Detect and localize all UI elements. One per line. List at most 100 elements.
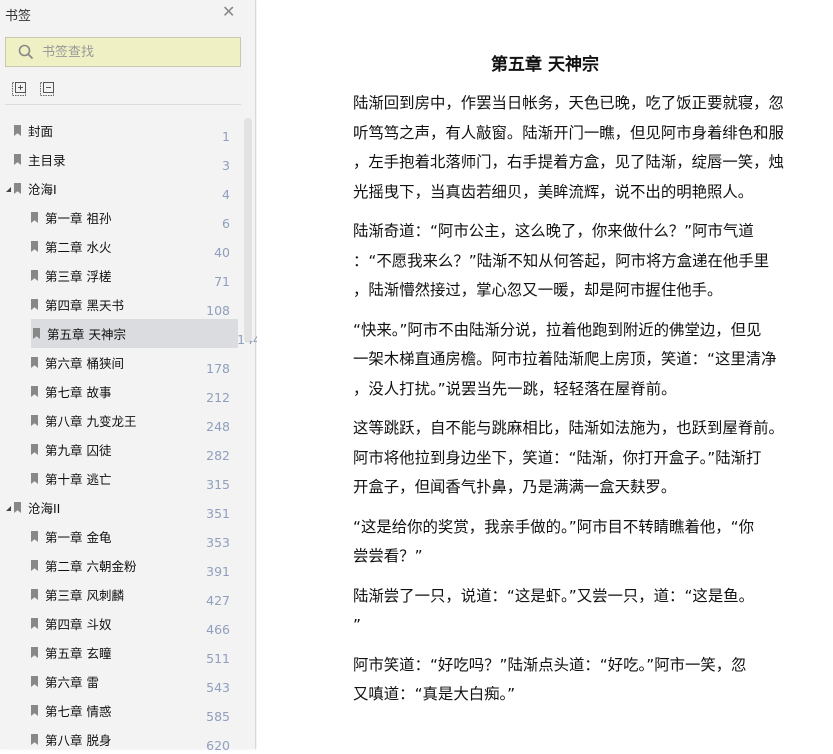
text-line: ，没人打扰。”说罢当先一跳，轻轻落在屋脊前。 — [353, 379, 677, 398]
bookmark-search-input[interactable] — [42, 44, 222, 60]
bookmark-label: 主目录 — [28, 153, 66, 168]
bookmark-item[interactable]: 第四章 斗奴 466 — [0, 609, 242, 638]
bookmark-item[interactable]: 第八章 脱身 620 — [0, 725, 242, 754]
text-line: 阿市笑道：“好吃吗？”陆渐点头道：“好吃。”阿市一笑，忽 — [353, 655, 747, 674]
bookmark-icon — [31, 734, 38, 745]
page-number: 40 — [214, 245, 230, 260]
bookmark-label: 第一章 金龟 — [45, 530, 112, 545]
bookmark-icon — [31, 444, 38, 455]
bookmark-icon — [31, 676, 38, 687]
bookmark-icon — [31, 647, 38, 658]
bookmark-item[interactable]: 第八章 九变龙王 248 — [0, 406, 242, 435]
bookmark-item[interactable]: 第五章 天神宗144 — [31, 319, 261, 348]
page-number: 6 — [222, 216, 230, 231]
paragraph: 陆渐尝了一只，说道：“这是虾。”又尝一只，道：“这是鱼。 ” — [353, 582, 813, 641]
bookmark-item[interactable]: 第二章 水火 40 — [0, 232, 242, 261]
bookmark-label: 第三章 风刺麟 — [45, 588, 124, 603]
page-number: 427 — [206, 593, 230, 608]
bookmark-search[interactable] — [5, 37, 241, 67]
bookmark-label: 第七章 故事 — [45, 385, 112, 400]
page-number: 71 — [214, 274, 230, 289]
bookmark-icon — [33, 328, 40, 339]
bookmark-icon — [31, 212, 38, 223]
page-number: 351 — [206, 506, 230, 521]
paragraph: “快来。”阿市不由陆渐分说，拉着他跑到附近的佛堂边，但见 一架木梯直通房檐。阿市拉… — [353, 316, 813, 405]
bookmark-item[interactable]: 第九章 囚徒 282 — [0, 435, 242, 464]
bookmark-label: 第六章 桶狭间 — [45, 356, 124, 371]
page-number: 212 — [206, 390, 230, 405]
bookmark-icon — [14, 125, 21, 136]
bookmark-icon — [31, 357, 38, 368]
bookmark-icon — [31, 560, 38, 571]
bookmark-item[interactable]: 第六章 雷 543 — [0, 667, 242, 696]
divider — [5, 104, 241, 105]
bookmark-item[interactable]: 第一章 祖孙 6 — [0, 203, 242, 232]
bookmark-item[interactable]: 第七章 故事 212 — [0, 377, 242, 406]
bookmark-label: 第九章 囚徒 — [45, 443, 112, 458]
text-line: ，左手抱着北落师门，右手提着方盒，见了陆渐，绽唇一笑，烛 — [353, 153, 784, 171]
text-line: 尝尝看？” — [353, 547, 423, 565]
text-line: ：“不愿我来么？”陆渐不知从何答起，阿市将方盒递在他手里 — [353, 251, 770, 270]
text-line: 开盒子，但闻香气扑鼻，乃是满满一盒天麸罗。 — [353, 478, 677, 496]
paragraph: 陆渐奇道：“阿市公主，这么晚了，你来做什么？”阿市气道 ：“不愿我来么？”陆渐不知… — [353, 217, 813, 306]
page-number: 466 — [206, 622, 230, 637]
page-number: 620 — [206, 738, 230, 753]
bookmark-label: 第二章 水火 — [45, 240, 112, 255]
paragraph: 阿市笑道：“好吃吗？”陆渐点头道：“好吃。”阿市一笑，忽 又嗔道：“真是大白痴。” — [353, 651, 813, 710]
bookmark-icon — [31, 270, 38, 281]
chapter-title: 第五章 天神宗 — [491, 55, 599, 75]
bookmark-item[interactable]: 沧海II 351 — [0, 493, 242, 522]
scrollbar[interactable] — [244, 118, 252, 342]
bookmark-icon — [31, 415, 38, 426]
bookmark-item[interactable]: 第六章 桶狭间 178 — [0, 348, 242, 377]
expanded-triangle-icon[interactable] — [6, 187, 11, 192]
bookmark-icon — [31, 531, 38, 542]
bookmark-item[interactable]: 第三章 风刺麟 427 — [0, 580, 242, 609]
bookmark-item[interactable]: 第七章 情惑 585 — [0, 696, 242, 725]
close-icon[interactable]: ✕ — [222, 4, 236, 20]
page-number: 391 — [206, 564, 230, 579]
text-line: 这等跳跃，自不能与跳麻相比，陆渐如法施为，也跃到屋脊前。 — [353, 419, 784, 437]
bookmark-item[interactable]: 第十章 逃亡 315 — [0, 464, 242, 493]
bookmark-item[interactable]: 主目录 3 — [0, 145, 242, 174]
bookmark-panel: 书签 ✕ 封面1主目录3沧海I4第一章 祖孙6第二章 水火40第三章 浮槎71第… — [0, 0, 261, 753]
page-number: 511 — [206, 651, 230, 666]
bookmark-item[interactable]: 第二章 六朝金粉 391 — [0, 551, 242, 580]
paragraph: 陆渐回到房中，作罢当日帐务，天色已晚，吃了饭正要就寝，忽 听笃笃之声，有人敲窗。陆… — [353, 89, 813, 207]
bookmark-item[interactable]: 第五章 玄瞳 511 — [0, 638, 242, 667]
collapse-all-icon[interactable] — [40, 82, 54, 96]
page-number: 282 — [206, 448, 230, 463]
bookmark-icon — [31, 589, 38, 600]
bookmark-label: 第三章 浮槎 — [45, 269, 112, 284]
text-line: 一架木梯直通房檐。阿市拉着陆渐爬上房顶，笑道：“这里清净 — [353, 350, 777, 368]
bookmark-item[interactable]: 封面 1 — [0, 116, 242, 145]
bookmark-label: 第四章 黑天书 — [45, 298, 124, 313]
expanded-triangle-icon[interactable] — [6, 506, 11, 511]
page-number: 585 — [206, 709, 230, 724]
text-line: ” — [353, 616, 361, 634]
page-number: 1 — [222, 129, 230, 144]
text-line: 听笃笃之声，有人敲窗。陆渐开门一瞧，但见阿市身着绯色和服 — [353, 123, 784, 142]
bookmark-label: 第四章 斗奴 — [45, 617, 112, 632]
expand-all-icon[interactable] — [12, 82, 26, 96]
bookmark-item[interactable]: 第四章 黑天书 108 — [0, 290, 242, 319]
bookmark-icon — [31, 241, 38, 252]
page-number: 108 — [206, 303, 230, 318]
bookmark-label: 第一章 祖孙 — [45, 211, 112, 226]
page-number: 3 — [222, 158, 230, 173]
reader-page: 第五章 天神宗 陆渐回到房中，作罢当日帐务，天色已晚，吃了饭正要就寝，忽 听笃笃之… — [257, 0, 833, 749]
bookmark-label: 第七章 情惑 — [45, 704, 112, 719]
text-line: 阿市将他拉到身边坐下，笑道：“陆渐，你打开盒子。”陆渐打 — [353, 448, 762, 467]
bookmark-item[interactable]: 第一章 金龟 353 — [0, 522, 242, 551]
bookmark-label: 第六章 雷 — [45, 675, 99, 690]
bookmark-label: 第十章 逃亡 — [45, 472, 112, 487]
bookmark-label: 第二章 六朝金粉 — [45, 559, 137, 574]
bookmark-item[interactable]: 沧海I 4 — [0, 174, 242, 203]
page-number: 315 — [206, 477, 230, 492]
bookmark-icon — [31, 705, 38, 716]
bookmark-item[interactable]: 第三章 浮槎 71 — [0, 261, 242, 290]
bookmark-label: 第五章 天神宗 — [47, 327, 126, 342]
paragraph: “这是给你的奖赏，我亲手做的。”阿市目不转睛瞧着他，“你 尝尝看？” — [353, 513, 813, 572]
bookmark-label: 第八章 脱身 — [45, 733, 112, 748]
chapter-body: 陆渐回到房中，作罢当日帐务，天色已晚，吃了饭正要就寝，忽 听笃笃之声，有人敲窗。陆… — [353, 89, 813, 720]
